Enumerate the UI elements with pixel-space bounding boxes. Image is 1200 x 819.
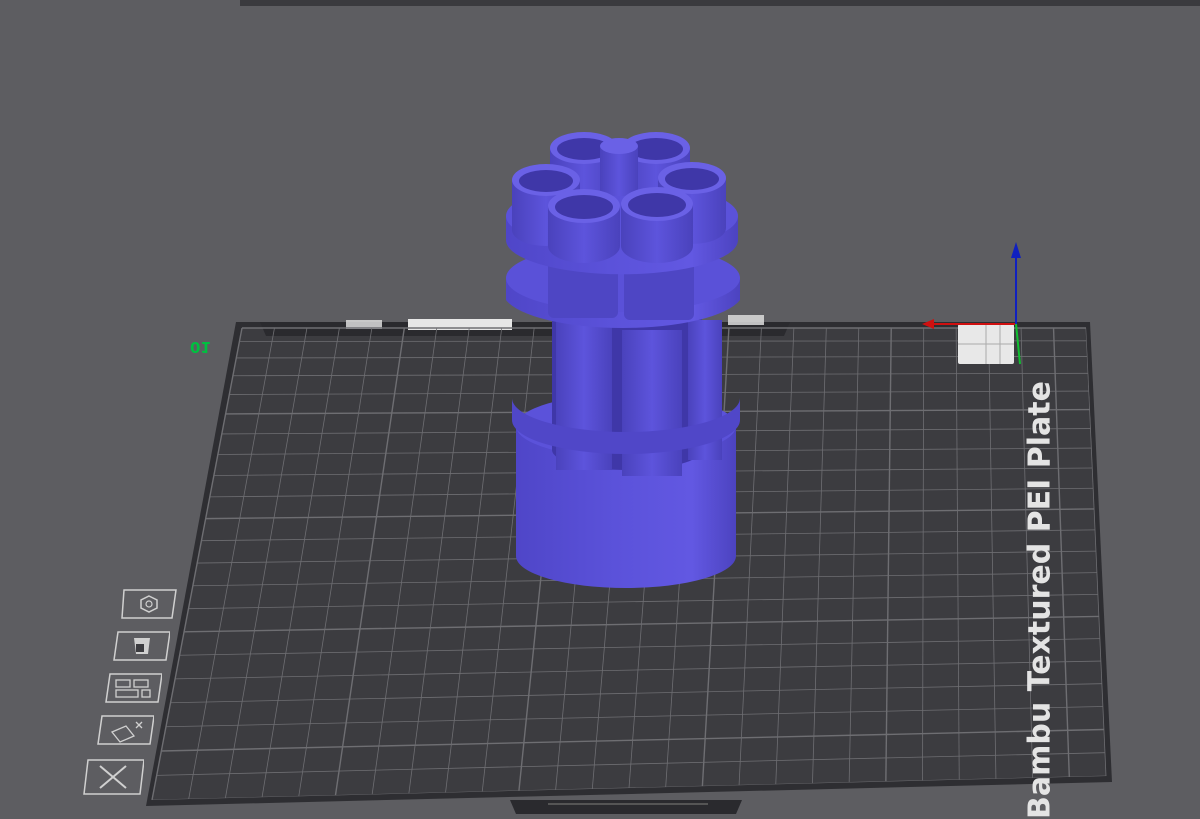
3d-viewport[interactable]: 01 Bambu Textured PEI Plate — [0, 0, 1200, 819]
arrange-icon[interactable] — [104, 672, 162, 704]
hexagon-icon[interactable] — [120, 588, 178, 620]
delete-plate-icon[interactable] — [82, 758, 144, 796]
bed-type-icon[interactable] — [112, 630, 170, 662]
scene-canvas — [146, 132, 1112, 814]
plate-name-label: Bambu Textured PEI Plate — [1022, 381, 1058, 819]
tube — [548, 189, 620, 263]
tube — [621, 187, 693, 263]
auto-orient-icon[interactable] — [96, 714, 154, 746]
plate-number: 01 — [190, 338, 211, 356]
